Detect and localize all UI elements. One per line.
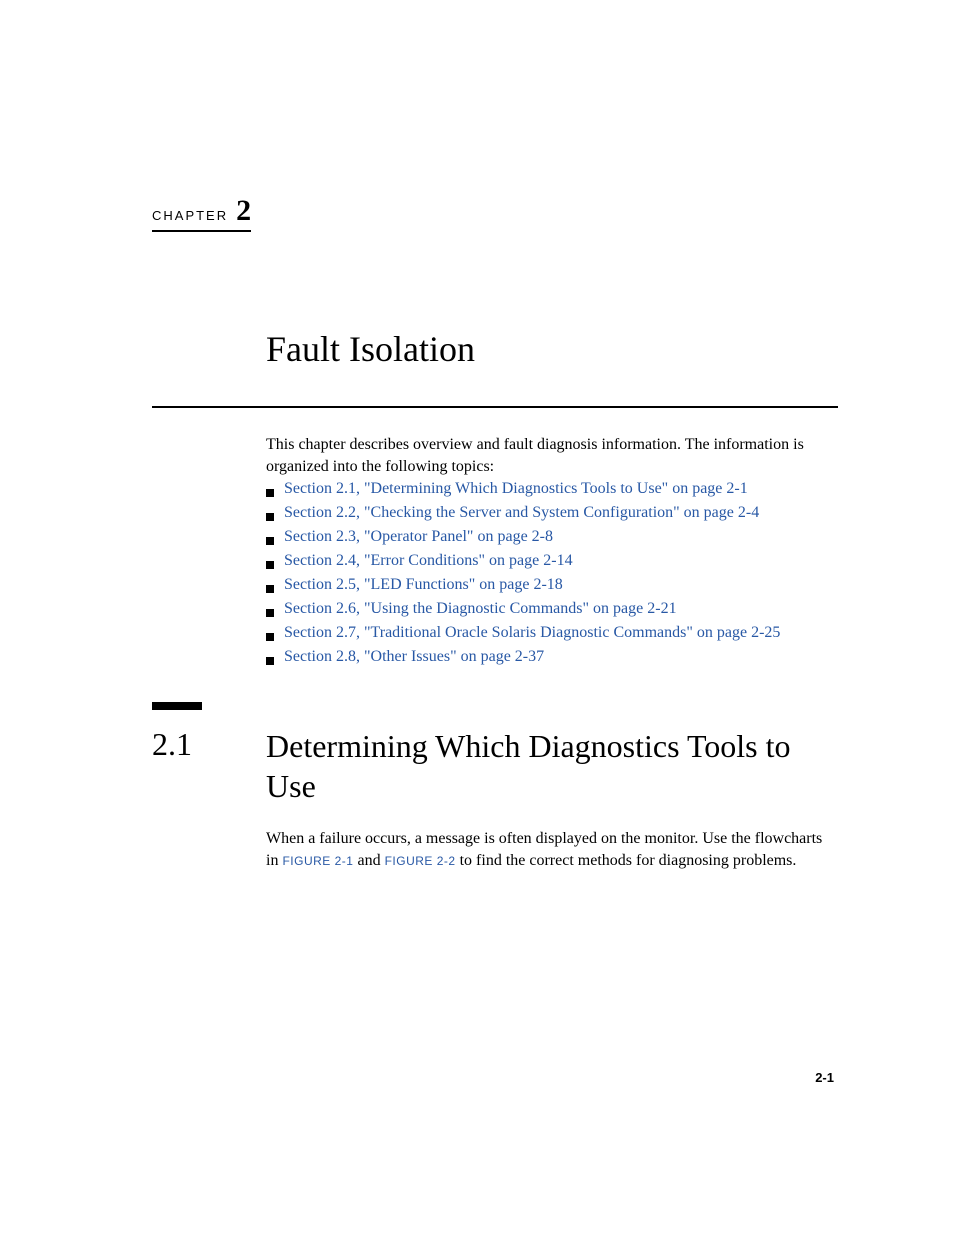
toc-link-2-2[interactable]: Section 2.2, "Checking the Server and Sy… (284, 504, 759, 522)
bullet-icon (266, 585, 274, 593)
toc-item: Section 2.5, "LED Functions" on page 2-1… (266, 576, 838, 594)
chapter-header: CHAPTER 2 (152, 196, 251, 232)
toc-list: Section 2.1, "Determining Which Diagnost… (266, 480, 838, 672)
toc-link-2-7[interactable]: Section 2.7, "Traditional Oracle Solaris… (284, 624, 780, 642)
bullet-icon (266, 561, 274, 569)
toc-item: Section 2.4, "Error Conditions" on page … (266, 552, 838, 570)
toc-item: Section 2.2, "Checking the Server and Sy… (266, 504, 838, 522)
page: CHAPTER 2 Fault Isolation This chapter d… (0, 0, 954, 1235)
bullet-icon (266, 657, 274, 665)
toc-item: Section 2.7, "Traditional Oracle Solaris… (266, 624, 838, 642)
bullet-icon (266, 633, 274, 641)
toc-link-2-8[interactable]: Section 2.8, "Other Issues" on page 2-37 (284, 648, 544, 666)
section-title: Determining Which Diagnostics Tools to U… (266, 726, 838, 806)
section-body-post: to find the correct methods for diagnosi… (460, 852, 797, 869)
section-body-mid: and (357, 852, 384, 869)
toc-link-2-5[interactable]: Section 2.5, "LED Functions" on page 2-1… (284, 576, 563, 594)
toc-item: Section 2.3, "Operator Panel" on page 2-… (266, 528, 838, 546)
section-body: When a failure occurs, a message is ofte… (266, 828, 838, 873)
bullet-icon (266, 489, 274, 497)
section-number: 2.1 (152, 726, 192, 763)
section-rule (152, 702, 202, 710)
bullet-icon (266, 537, 274, 545)
figure-link-2-1[interactable]: FIGURE 2-1 (282, 854, 353, 868)
toc-link-2-1[interactable]: Section 2.1, "Determining Which Diagnost… (284, 480, 748, 498)
toc-link-2-3[interactable]: Section 2.3, "Operator Panel" on page 2-… (284, 528, 553, 546)
chapter-title: Fault Isolation (266, 328, 475, 370)
toc-item: Section 2.6, "Using the Diagnostic Comma… (266, 600, 838, 618)
chapter-number: 2 (236, 196, 251, 226)
toc-item: Section 2.1, "Determining Which Diagnost… (266, 480, 838, 498)
chapter-label: CHAPTER (152, 208, 228, 223)
title-rule (152, 406, 838, 408)
bullet-icon (266, 513, 274, 521)
figure-link-2-2[interactable]: FIGURE 2-2 (385, 854, 456, 868)
toc-item: Section 2.8, "Other Issues" on page 2-37 (266, 648, 838, 666)
toc-link-2-6[interactable]: Section 2.6, "Using the Diagnostic Comma… (284, 600, 677, 618)
toc-link-2-4[interactable]: Section 2.4, "Error Conditions" on page … (284, 552, 573, 570)
page-number: 2-1 (815, 1070, 834, 1085)
bullet-icon (266, 609, 274, 617)
intro-paragraph: This chapter describes overview and faul… (266, 434, 838, 479)
